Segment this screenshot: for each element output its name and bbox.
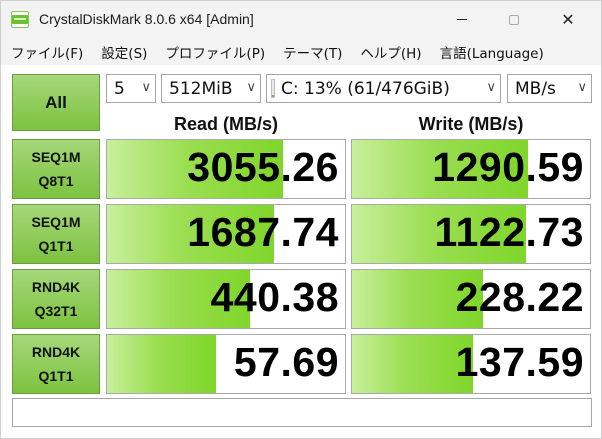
write-result-cell: 228.22 xyxy=(351,269,591,329)
title-bar[interactable]: CrystalDiskMark 8.0.6 x64 [Admin] ✕ xyxy=(1,1,601,38)
test-name: RND4K xyxy=(31,344,81,360)
menu-theme[interactable]: テーマ(T) xyxy=(273,42,350,62)
test-name: RND4K xyxy=(31,279,81,295)
read-score-bar xyxy=(107,335,217,393)
test-params: Q8T1 xyxy=(38,173,74,189)
seq1m-q1t1-button[interactable]: SEQ1M Q1T1 xyxy=(12,204,100,264)
test-count-select[interactable]: 5 ∨ xyxy=(106,74,156,103)
write-score: 137.59 xyxy=(455,339,584,385)
read-result-cell: 1687.74 xyxy=(106,204,346,264)
maximize-icon xyxy=(509,14,519,25)
write-column-header: Write (MB/s) xyxy=(418,114,524,134)
seq1m-q8t1-button[interactable]: SEQ1M Q8T1 xyxy=(12,139,100,199)
read-score: 3055.26 xyxy=(187,144,339,190)
menu-profile[interactable]: プロファイル(P) xyxy=(155,42,273,62)
write-result-cell: 1290.59 xyxy=(351,139,591,199)
test-size-select[interactable]: 512MiB ∨ xyxy=(161,74,261,103)
unit-select[interactable]: MB/s ∨ xyxy=(507,74,592,103)
maximize-button[interactable] xyxy=(491,1,537,38)
write-result-cell: 1122.73 xyxy=(351,204,591,264)
read-column-header: Read (MB/s) xyxy=(173,114,278,134)
drive-select[interactable]: C: 13% (61/476GiB) ∨ xyxy=(266,74,501,103)
close-button[interactable]: ✕ xyxy=(545,1,591,38)
unit-value: MB/s xyxy=(515,78,556,99)
read-score: 440.38 xyxy=(210,274,339,320)
crystaldiskmark-app-icon[interactable] xyxy=(11,11,29,28)
test-name: SEQ1M xyxy=(31,214,81,230)
read-result-cell: 3055.26 xyxy=(106,139,346,199)
test-size-value: 512MiB xyxy=(169,78,233,99)
chevron-down-icon: ∨ xyxy=(141,80,151,95)
write-score: 1290.59 xyxy=(432,144,584,190)
write-score: 1122.73 xyxy=(434,209,584,255)
chevron-down-icon: ∨ xyxy=(246,80,256,95)
read-score: 57.69 xyxy=(233,339,339,385)
rnd4k-q32t1-button[interactable]: RND4K Q32T1 xyxy=(12,269,100,329)
minimize-icon xyxy=(457,19,467,20)
drive-usage-gauge xyxy=(271,79,275,98)
minimize-button[interactable] xyxy=(439,1,485,38)
test-params: Q1T1 xyxy=(38,368,74,384)
rnd4k-q1t1-button[interactable]: RND4K Q1T1 xyxy=(12,334,100,394)
test-params: Q1T1 xyxy=(38,238,74,254)
read-score: 1687.74 xyxy=(187,209,339,255)
menu-bar: ファイル(F) 設定(S) プロファイル(P) テーマ(T) ヘルプ(H) 言語… xyxy=(1,38,601,65)
test-name: SEQ1M xyxy=(31,149,81,165)
menu-help[interactable]: ヘルプ(H) xyxy=(350,42,429,62)
all-button[interactable]: All xyxy=(12,74,100,131)
read-result-cell: 57.69 xyxy=(106,334,346,394)
menu-settings[interactable]: 設定(S) xyxy=(91,42,155,62)
chevron-down-icon: ∨ xyxy=(577,80,587,95)
test-count-value: 5 xyxy=(114,78,125,99)
test-params: Q32T1 xyxy=(34,303,78,319)
drive-value: C: 13% (61/476GiB) xyxy=(281,78,450,99)
comment-field[interactable] xyxy=(12,398,592,427)
menu-language[interactable]: 言語(Language) xyxy=(430,42,552,62)
window-title: CrystalDiskMark 8.0.6 x64 [Admin] xyxy=(39,11,254,27)
write-score: 228.22 xyxy=(455,274,584,320)
menu-file[interactable]: ファイル(F) xyxy=(1,42,91,62)
read-result-cell: 440.38 xyxy=(106,269,346,329)
close-icon: ✕ xyxy=(561,9,575,29)
chevron-down-icon: ∨ xyxy=(486,80,496,95)
write-result-cell: 137.59 xyxy=(351,334,591,394)
